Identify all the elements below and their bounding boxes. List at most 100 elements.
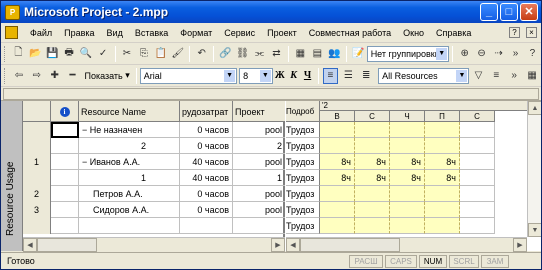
unlink-tasks-icon[interactable]: ⫘: [252, 46, 267, 62]
resource-name[interactable]: Петров А.А.: [79, 186, 180, 202]
print-icon[interactable]: 🖶: [62, 46, 77, 62]
show-outline-dropdown[interactable]: Показать ▾: [81, 68, 132, 84]
usage-cell[interactable]: [390, 138, 425, 154]
project-value[interactable]: 2: [233, 138, 285, 154]
scroll-left-icon[interactable]: ◀: [286, 238, 300, 252]
usage-cell[interactable]: [460, 122, 495, 138]
usage-cell[interactable]: [460, 154, 495, 170]
table-row[interactable]: [23, 218, 285, 234]
work-value[interactable]: [180, 218, 233, 234]
row-id[interactable]: 3: [23, 202, 51, 218]
help-button-icon[interactable]: ?: [525, 46, 540, 62]
usage-cell[interactable]: [355, 186, 390, 202]
resource-name[interactable]: Сидоров А.А.: [79, 202, 180, 218]
maximize-button[interactable]: □: [500, 3, 518, 21]
work-value[interactable]: 40 часов: [180, 170, 233, 186]
usage-cell[interactable]: 8ч: [425, 170, 460, 186]
indicators-header[interactable]: i: [51, 101, 79, 122]
scroll-left-icon[interactable]: ◀: [23, 238, 37, 252]
resource-name[interactable]: − Иванов А.А.: [79, 154, 180, 170]
entry-field[interactable]: [3, 88, 539, 100]
resource-name[interactable]: − Не назначен: [79, 122, 180, 138]
chevron-down-icon[interactable]: ▼: [456, 69, 468, 82]
usage-cell[interactable]: [355, 138, 390, 154]
undo-icon[interactable]: ↶: [194, 46, 209, 62]
menu-collaborate[interactable]: Совместная работа: [303, 28, 397, 38]
col-header-project[interactable]: Проект: [233, 101, 285, 122]
usage-cell[interactable]: [460, 138, 495, 154]
usage-cell[interactable]: [390, 122, 425, 138]
col-header-work[interactable]: рудозатрат: [180, 101, 233, 122]
align-center-icon[interactable]: ☰: [340, 68, 356, 84]
close-button[interactable]: ✕: [520, 3, 538, 21]
project-value[interactable]: pool: [233, 186, 285, 202]
table-row[interactable]: 1 40 часов 1: [23, 170, 285, 186]
row-id[interactable]: 1: [23, 154, 51, 170]
usage-cell[interactable]: 8ч: [320, 154, 355, 170]
row-id[interactable]: [23, 122, 51, 138]
usage-cell[interactable]: [355, 202, 390, 218]
usage-cell[interactable]: [425, 186, 460, 202]
font-select[interactable]: Arial ▼: [139, 67, 238, 84]
vertical-scrollbar[interactable]: ▲ ▼: [527, 101, 541, 237]
table-row[interactable]: 3 Сидоров А.А. 0 часов pool: [23, 202, 285, 218]
menu-tools[interactable]: Сервис: [218, 28, 261, 38]
scroll-right-icon[interactable]: ▶: [513, 238, 527, 252]
table-row[interactable]: 1 − Иванов А.А. 40 часов pool: [23, 154, 285, 170]
scroll-up-icon[interactable]: ▲: [528, 101, 541, 115]
view-bar[interactable]: Resource Usage: [1, 101, 23, 251]
usage-cell[interactable]: [355, 122, 390, 138]
project-value[interactable]: pool: [233, 202, 285, 218]
work-value[interactable]: 0 часов: [180, 122, 233, 138]
table-row[interactable]: − Не назначен 0 часов pool: [23, 122, 285, 138]
publish-icon[interactable]: 📝: [351, 46, 366, 62]
work-value[interactable]: 40 часов: [180, 154, 233, 170]
menu-file[interactable]: Файл: [24, 28, 58, 38]
timescale-hscroll[interactable]: ◀ ▶: [286, 237, 527, 252]
assignment-name[interactable]: 1: [79, 170, 180, 186]
usage-cell[interactable]: [320, 122, 355, 138]
project-value[interactable]: [233, 218, 285, 234]
menu-window[interactable]: Окно: [397, 28, 430, 38]
usage-cell[interactable]: [320, 186, 355, 202]
day-header[interactable]: Ч: [390, 111, 425, 122]
usage-cell[interactable]: [460, 186, 495, 202]
indicator-cell[interactable]: [51, 122, 79, 138]
hide-subtasks-icon[interactable]: ━: [65, 68, 81, 84]
table-row[interactable]: 2 Петров А.А. 0 часов pool: [23, 186, 285, 202]
usage-cell[interactable]: [425, 138, 460, 154]
group-by-select[interactable]: Нет группировки ▼: [366, 45, 450, 62]
col-header-name[interactable]: Resource Name: [79, 101, 180, 122]
zoom-out-icon[interactable]: ⊖: [474, 46, 489, 62]
link-tasks-icon[interactable]: ⛓: [235, 46, 250, 62]
day-header[interactable]: С: [355, 111, 390, 122]
usage-cell[interactable]: [460, 170, 495, 186]
outdent-icon[interactable]: ⇦: [11, 68, 27, 84]
usage-cell[interactable]: 8ч: [355, 170, 390, 186]
indicator-cell[interactable]: [51, 170, 79, 186]
row-id[interactable]: 2: [23, 186, 51, 202]
usage-cell[interactable]: 8ч: [390, 154, 425, 170]
usage-cell[interactable]: [460, 218, 495, 234]
doc-close-icon[interactable]: ×: [526, 27, 537, 38]
document-icon[interactable]: [5, 26, 18, 39]
save-icon[interactable]: 💾: [45, 46, 60, 62]
task-info-icon[interactable]: ▦: [293, 46, 308, 62]
indicator-cell[interactable]: [51, 138, 79, 154]
menu-edit[interactable]: Правка: [58, 28, 100, 38]
filter-select[interactable]: All Resources ▼: [378, 67, 470, 84]
font-size-select[interactable]: 8 ▼: [239, 67, 273, 84]
cut-icon[interactable]: ✂: [120, 46, 135, 62]
row-id[interactable]: [23, 170, 51, 186]
chevron-down-icon[interactable]: ▼: [259, 69, 271, 82]
view-grid-icon[interactable]: ▦: [524, 68, 540, 84]
scroll-thumb[interactable]: [300, 238, 400, 252]
usage-cell[interactable]: 8ч: [425, 154, 460, 170]
indicator-cell[interactable]: [51, 218, 79, 234]
table-row[interactable]: 2 0 часов 2: [23, 138, 285, 154]
project-value[interactable]: pool: [233, 154, 285, 170]
usage-cell[interactable]: 8ч: [390, 170, 425, 186]
hyperlink-icon[interactable]: 🔗: [218, 46, 233, 62]
grid-hscroll[interactable]: ◀ ▶: [23, 237, 285, 252]
usage-cell[interactable]: [425, 218, 460, 234]
